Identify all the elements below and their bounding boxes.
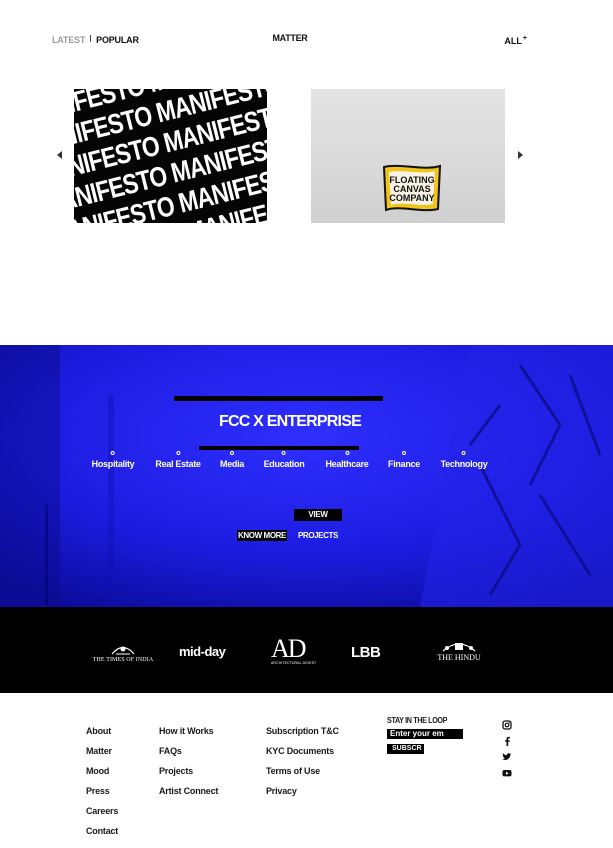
carousel-prev-button[interactable] bbox=[55, 150, 65, 160]
carousel-card-manifesto[interactable]: MANIFESTO MANIFESTO MANIFESTO MANIFESTO … bbox=[74, 89, 267, 223]
carousel-next-button[interactable] bbox=[515, 150, 525, 160]
footer-link-mood[interactable]: Mood bbox=[86, 761, 118, 781]
manifesto-artwork: MANIFESTO MANIFESTO MANIFESTO MANIFESTO … bbox=[74, 89, 267, 223]
sector-dot-icon bbox=[462, 451, 466, 455]
sector-media[interactable]: Media bbox=[220, 451, 244, 469]
newsletter-title: STAY IN THE LOOP bbox=[387, 716, 448, 725]
footer-link-faqs[interactable]: FAQs bbox=[159, 741, 218, 761]
projects-link[interactable]: PROJECTS bbox=[298, 530, 338, 541]
sector-hospitality[interactable]: Hospitality bbox=[92, 451, 135, 469]
sector-real-estate[interactable]: Real Estate bbox=[155, 451, 201, 469]
ad-logo-subtitle: ARCHITECTURAL DIGEST bbox=[271, 661, 317, 665]
facebook-icon[interactable] bbox=[502, 733, 512, 746]
all-link-plus: + bbox=[522, 35, 527, 42]
footer-link-terms-of-use[interactable]: Terms of Use bbox=[266, 761, 339, 781]
footer-column-company: About Matter Mood Press Careers Contact bbox=[86, 721, 118, 841]
sector-label: Hospitality bbox=[91, 459, 135, 469]
footer-link-privacy[interactable]: Privacy bbox=[266, 781, 339, 801]
sector-technology[interactable]: Technology bbox=[441, 451, 488, 469]
footer-link-kyc-documents[interactable]: KYC Documents bbox=[266, 741, 339, 761]
toi-crest-icon bbox=[111, 646, 135, 655]
fcc-logo-artwork: FLOATING CANVAS COMPANY bbox=[382, 164, 442, 212]
twitter-icon[interactable] bbox=[502, 749, 512, 761]
fcc-logo-line: COMPANY bbox=[389, 193, 434, 203]
press-logos: THE TIMES OF INDIA mid-day AD ARCHITECTU… bbox=[0, 607, 613, 693]
footer-link-press[interactable]: Press bbox=[86, 781, 118, 801]
footer-link-subscription-tc[interactable]: Subscription T&C bbox=[266, 721, 339, 741]
sector-label: Media bbox=[219, 459, 245, 469]
subscribe-button[interactable]: SUBSCR bbox=[387, 744, 424, 754]
the-hindu-logo[interactable]: THE HINDU bbox=[429, 640, 489, 662]
section-title: MATTER bbox=[272, 33, 308, 43]
sector-label: Technology bbox=[440, 459, 488, 469]
chevron-left-icon bbox=[57, 151, 62, 159]
all-link[interactable]: ALL+ bbox=[504, 35, 527, 46]
footer-link-projects[interactable]: Projects bbox=[159, 761, 218, 781]
hero-bar bbox=[174, 396, 383, 401]
sector-dot-icon bbox=[282, 451, 286, 455]
all-link-label[interactable]: ALL bbox=[504, 36, 522, 46]
sector-label: Real Estate bbox=[155, 459, 201, 469]
footer-link-how-it-works[interactable]: How it Works bbox=[159, 721, 218, 741]
hindu-logo-text: THE HINDU bbox=[437, 653, 481, 662]
footer-link-about[interactable]: About bbox=[86, 721, 118, 741]
chevron-right-icon bbox=[518, 151, 523, 159]
sector-dot-icon bbox=[345, 451, 349, 455]
sector-label: Finance bbox=[388, 459, 420, 469]
footer-link-artist-connect[interactable]: Artist Connect bbox=[159, 781, 218, 801]
newsletter-email-input[interactable]: Enter your em bbox=[387, 729, 463, 739]
footer-column-legal: Subscription T&C KYC Documents Terms of … bbox=[266, 721, 339, 801]
sector-list: Hospitality Real Estate Media Education … bbox=[0, 451, 613, 477]
mid-day-logo[interactable]: mid-day bbox=[179, 644, 226, 659]
sector-dot-icon bbox=[229, 451, 234, 455]
sector-dot-icon bbox=[401, 451, 406, 455]
carousel-card-fcc-logo[interactable]: FLOATING CANVAS COMPANY bbox=[311, 89, 505, 223]
toi-logo-text: THE TIMES OF INDIA bbox=[92, 657, 154, 663]
hindu-crest-icon bbox=[442, 643, 476, 652]
architectural-digest-logo[interactable]: AD ARCHITECTURAL DIGEST bbox=[271, 634, 317, 666]
footer-link-contact[interactable]: Contact bbox=[86, 821, 118, 841]
ad-logo-text: AD bbox=[271, 634, 307, 663]
instagram-icon[interactable] bbox=[502, 717, 512, 730]
sector-dot-icon bbox=[111, 451, 115, 455]
sector-label: Education bbox=[263, 459, 305, 469]
hero-title: FCC X ENTERPRISE bbox=[219, 413, 362, 430]
newsletter: STAY IN THE LOOP Enter your em SUBSCR bbox=[387, 716, 463, 754]
lbb-logo[interactable]: LBB bbox=[351, 644, 381, 661]
sector-healthcare[interactable]: Healthcare bbox=[325, 451, 369, 469]
sector-education[interactable]: Education bbox=[264, 451, 305, 469]
view-projects-button[interactable]: VIEW bbox=[294, 509, 342, 521]
enterprise-hero: FCC X ENTERPRISE Hospitality Real Estate… bbox=[0, 345, 613, 607]
footer-link-matter[interactable]: Matter bbox=[86, 741, 118, 761]
sector-dot-icon bbox=[175, 451, 180, 455]
hero-bar bbox=[199, 446, 359, 450]
times-of-india-logo[interactable]: THE TIMES OF INDIA bbox=[92, 643, 154, 663]
lbb-logo-text: LBB bbox=[351, 644, 381, 661]
footer-column-help: How it Works FAQs Projects Artist Connec… bbox=[159, 721, 218, 801]
social-links bbox=[502, 717, 514, 781]
footer-link-careers[interactable]: Careers bbox=[86, 801, 118, 821]
sector-finance[interactable]: Finance bbox=[388, 451, 420, 469]
youtube-icon[interactable] bbox=[502, 765, 512, 777]
sector-label: Healthcare bbox=[325, 459, 369, 469]
know-more-button[interactable]: KNOW MORE bbox=[237, 530, 287, 541]
